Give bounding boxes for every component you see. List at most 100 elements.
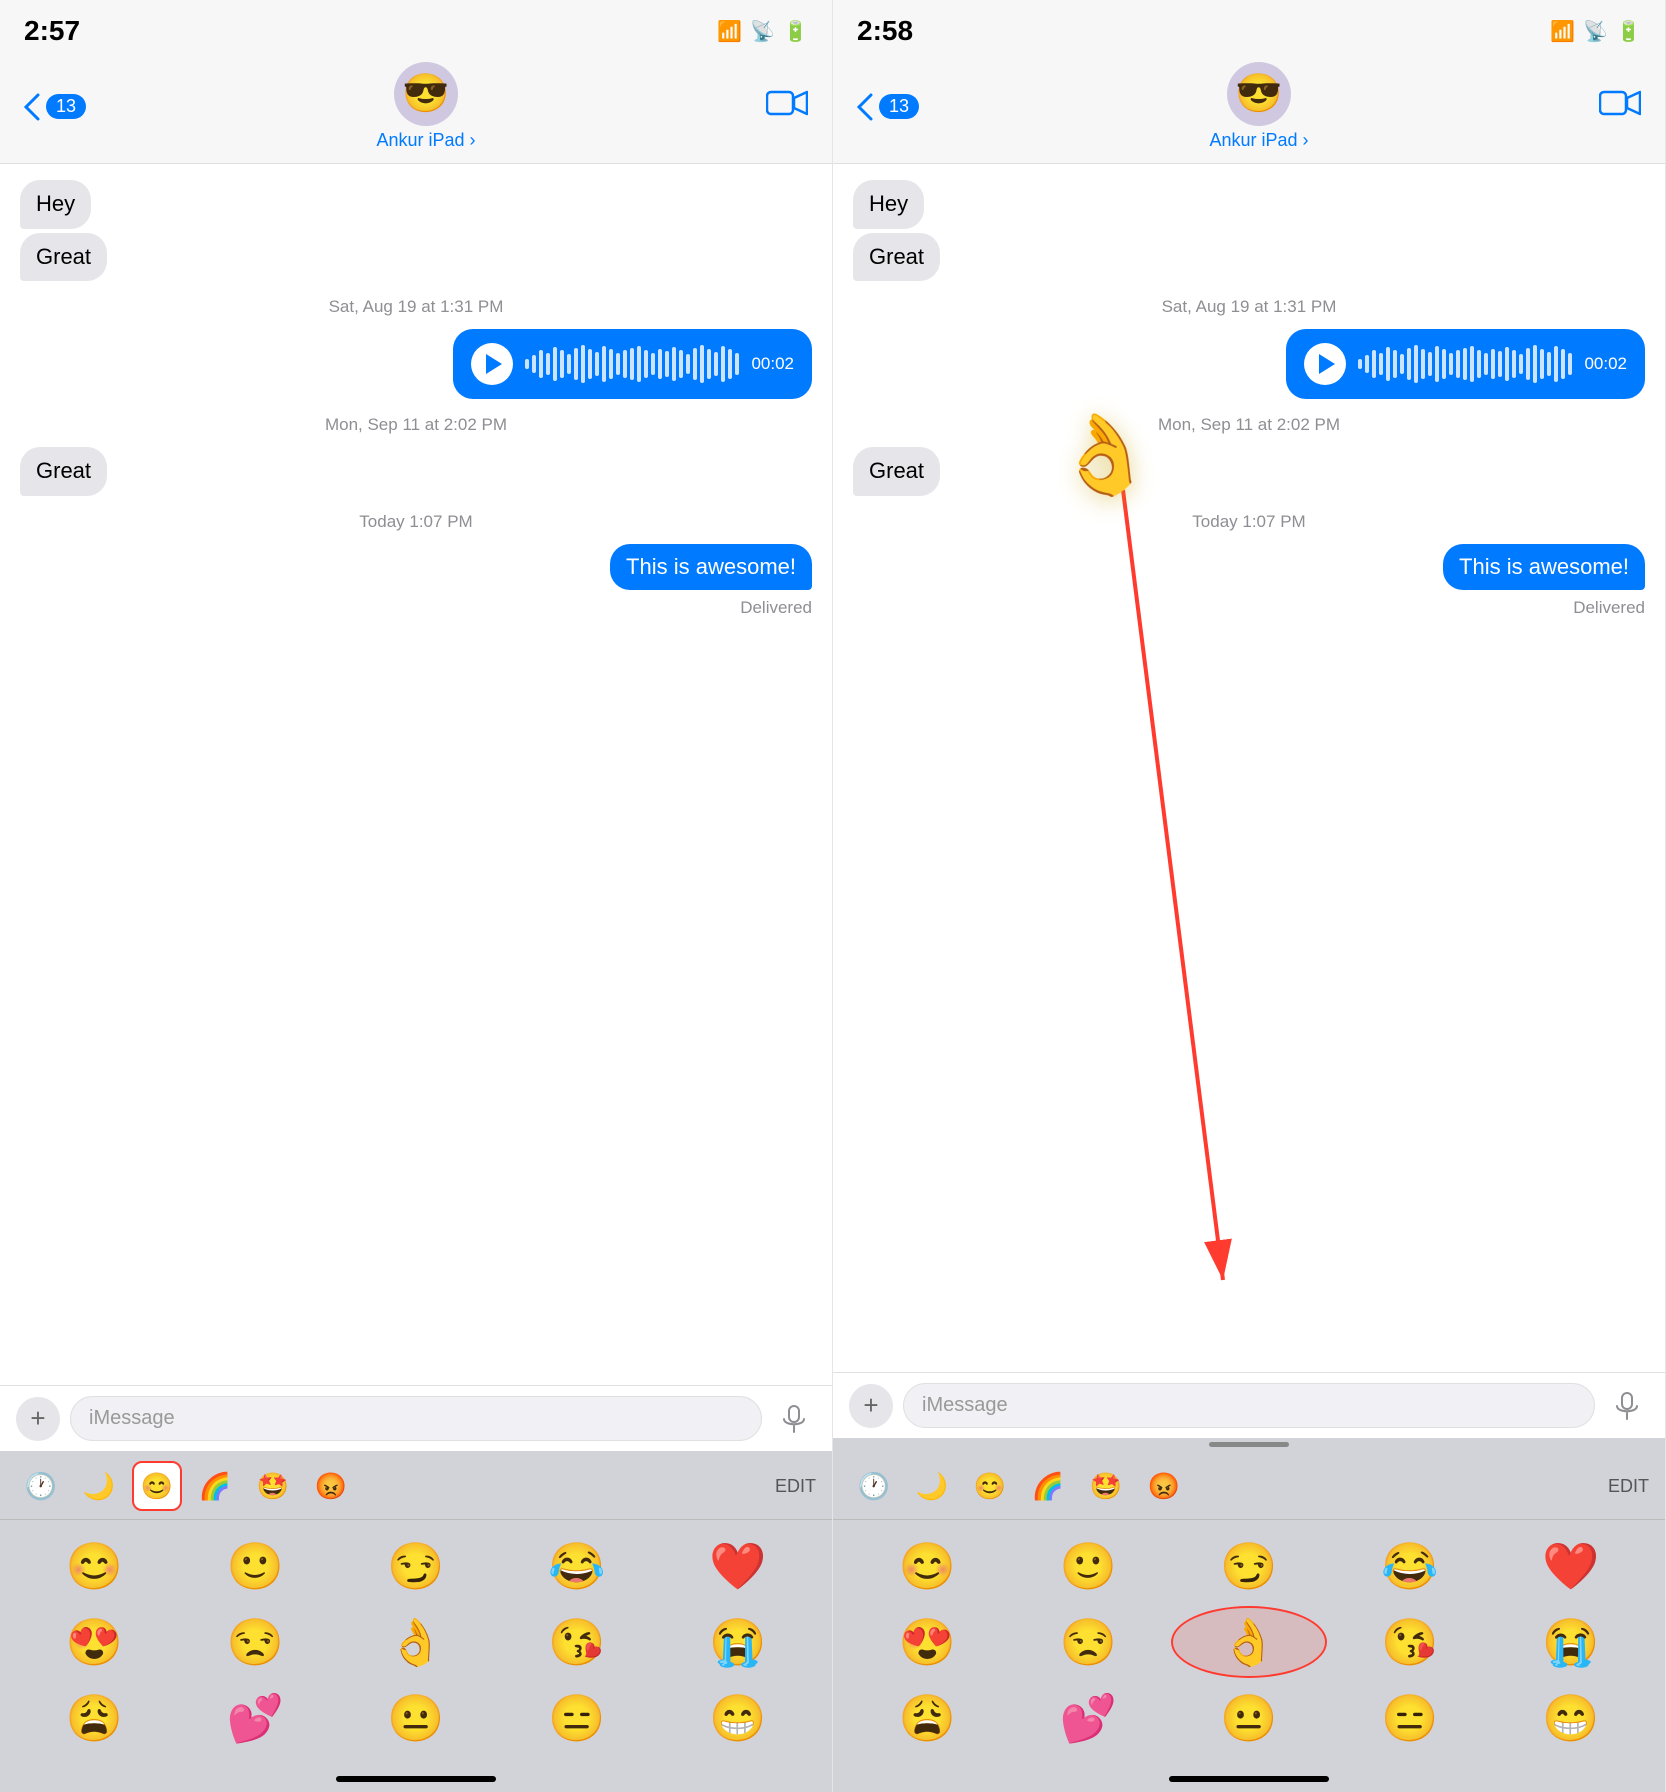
right-emoji-3[interactable]: 😏 bbox=[1171, 1530, 1328, 1602]
right-msg-sent[interactable]: This is awesome! bbox=[1443, 544, 1645, 590]
left-emoji-tab-rainbow[interactable]: 🌈 bbox=[190, 1461, 240, 1511]
right-video-button[interactable] bbox=[1599, 88, 1641, 125]
right-emoji-8-highlighted[interactable]: 👌 bbox=[1171, 1606, 1328, 1678]
right-delivered: Delivered bbox=[853, 598, 1645, 618]
left-back-badge[interactable]: 13 bbox=[46, 94, 86, 119]
right-emoji-4[interactable]: 😂 bbox=[1331, 1530, 1488, 1602]
right-add-button[interactable]: + bbox=[849, 1384, 893, 1428]
right-emoji-9[interactable]: 😘 bbox=[1331, 1606, 1488, 1678]
left-add-button[interactable]: + bbox=[16, 1397, 60, 1441]
left-emoji-3[interactable]: 😏 bbox=[338, 1530, 495, 1602]
right-emoji-tab-rainbow[interactable]: 🌈 bbox=[1023, 1461, 1073, 1511]
left-waveform bbox=[525, 345, 739, 383]
left-contact-avatar[interactable]: 😎 bbox=[394, 62, 458, 126]
left-emoji-13[interactable]: 😐 bbox=[338, 1682, 495, 1754]
right-emoji-5[interactable]: ❤️ bbox=[1492, 1530, 1649, 1602]
right-emoji-14[interactable]: 😑 bbox=[1331, 1682, 1488, 1754]
right-emoji-grid: 😊 🙂 😏 😂 ❤️ 😍 😒 👌 😘 😭 😩 💕 😐 😑 😁 bbox=[833, 1520, 1665, 1768]
left-emoji-14[interactable]: 😑 bbox=[498, 1682, 655, 1754]
right-timestamp-1: Sat, Aug 19 at 1:31 PM bbox=[853, 297, 1645, 317]
left-emoji-11[interactable]: 😩 bbox=[16, 1682, 173, 1754]
right-contact-avatar[interactable]: 😎 bbox=[1227, 62, 1291, 126]
left-home-indicator bbox=[336, 1776, 496, 1782]
left-audio-record-button[interactable] bbox=[772, 1397, 816, 1441]
right-messages-area: Hey Great Sat, Aug 19 at 1:31 PM 00:02 M… bbox=[833, 164, 1665, 1372]
right-back-badge[interactable]: 13 bbox=[879, 94, 919, 119]
right-emoji-6[interactable]: 😍 bbox=[849, 1606, 1006, 1678]
right-emoji-tab-recent[interactable]: 🕐 bbox=[849, 1461, 899, 1511]
right-emoji-tab-nature[interactable]: 🌙 bbox=[907, 1461, 957, 1511]
right-emoji-tab-angry[interactable]: 😡 bbox=[1139, 1461, 1189, 1511]
left-msg-great-1[interactable]: Great bbox=[20, 233, 107, 282]
right-nav-center: 😎 Ankur iPad › bbox=[1209, 62, 1308, 151]
right-audio-bubble[interactable]: 00:02 bbox=[1286, 329, 1645, 399]
wifi-icon: 📡 bbox=[750, 19, 775, 44]
right-avatar-emoji: 😎 bbox=[1235, 72, 1282, 116]
right-panel: 2:58 📶 📡 🔋 13 😎 Ankur iPad › bbox=[833, 0, 1666, 1792]
left-msg-hey[interactable]: Hey bbox=[20, 180, 91, 229]
right-contact-name-text: Ankur iPad bbox=[1209, 130, 1297, 150]
right-emoji-tabs: 🕐 🌙 😊 🌈 🤩 😡 EDIT bbox=[833, 1451, 1665, 1520]
left-play-triangle bbox=[486, 354, 502, 374]
right-emoji-2[interactable]: 🙂 bbox=[1010, 1530, 1167, 1602]
signal-icon: 📶 bbox=[717, 19, 742, 44]
left-emoji-5[interactable]: ❤️ bbox=[659, 1530, 816, 1602]
right-msg-hey[interactable]: Hey bbox=[853, 180, 924, 229]
left-emoji-4[interactable]: 😂 bbox=[498, 1530, 655, 1602]
left-contact-name[interactable]: Ankur iPad › bbox=[376, 130, 475, 151]
left-emoji-tab-nature[interactable]: 🌙 bbox=[74, 1461, 124, 1511]
left-emoji-edit[interactable]: EDIT bbox=[775, 1476, 816, 1497]
left-emoji-9[interactable]: 😘 bbox=[498, 1606, 655, 1678]
left-emoji-tab-recent[interactable]: 🕐 bbox=[16, 1461, 66, 1511]
left-play-button[interactable] bbox=[471, 343, 513, 385]
left-chevron-icon bbox=[24, 93, 42, 121]
right-emoji-7[interactable]: 😒 bbox=[1010, 1606, 1167, 1678]
right-emoji-11[interactable]: 😩 bbox=[849, 1682, 1006, 1754]
left-back-button[interactable]: 13 bbox=[24, 93, 86, 121]
right-home-indicator bbox=[1169, 1776, 1329, 1782]
right-emoji-tab-smileys[interactable]: 😊 bbox=[965, 1461, 1015, 1511]
left-message-input[interactable]: iMessage bbox=[70, 1396, 762, 1441]
left-video-icon bbox=[766, 88, 808, 118]
right-msg-great-2[interactable]: Great bbox=[853, 447, 940, 496]
left-emoji-8[interactable]: 👌 bbox=[338, 1606, 495, 1678]
left-avatar-emoji: 😎 bbox=[402, 72, 449, 116]
right-emoji-1[interactable]: 😊 bbox=[849, 1530, 1006, 1602]
right-audio-duration: 00:02 bbox=[1584, 354, 1627, 374]
right-emoji-tab-star[interactable]: 🤩 bbox=[1081, 1461, 1131, 1511]
right-video-icon bbox=[1599, 88, 1641, 118]
left-emoji-tab-angry[interactable]: 😡 bbox=[306, 1461, 356, 1511]
right-emoji-10[interactable]: 😭 bbox=[1492, 1606, 1649, 1678]
right-input-area: + iMessage bbox=[833, 1372, 1665, 1438]
left-delivered: Delivered bbox=[20, 598, 812, 618]
right-audio-record-button[interactable] bbox=[1605, 1384, 1649, 1428]
left-msg-great-2[interactable]: Great bbox=[20, 447, 107, 496]
right-emoji-15[interactable]: 😁 bbox=[1492, 1682, 1649, 1754]
left-status-icons: 📶 📡 🔋 bbox=[717, 19, 808, 44]
left-msg-sent[interactable]: This is awesome! bbox=[610, 544, 812, 590]
left-emoji-2[interactable]: 🙂 bbox=[177, 1530, 334, 1602]
left-messages-area: Hey Great Sat, Aug 19 at 1:31 PM 00:02 M… bbox=[0, 164, 832, 1385]
right-play-button[interactable] bbox=[1304, 343, 1346, 385]
left-emoji-tab-star[interactable]: 🤩 bbox=[248, 1461, 298, 1511]
right-contact-name[interactable]: Ankur iPad › bbox=[1209, 130, 1308, 151]
left-contact-name-text: Ankur iPad bbox=[376, 130, 464, 150]
left-emoji-keyboard: 🕐 🌙 😊 🌈 🤩 😡 EDIT 😊 🙂 😏 😂 ❤️ 😍 😒 👌 😘 😭 😩 … bbox=[0, 1451, 832, 1792]
left-emoji-7[interactable]: 😒 bbox=[177, 1606, 334, 1678]
left-timestamp-3: Today 1:07 PM bbox=[20, 512, 812, 532]
left-emoji-15[interactable]: 😁 bbox=[659, 1682, 816, 1754]
left-emoji-12[interactable]: 💕 bbox=[177, 1682, 334, 1754]
right-emoji-12[interactable]: 💕 bbox=[1010, 1682, 1167, 1754]
left-emoji-tab-smileys[interactable]: 😊 bbox=[132, 1461, 182, 1511]
right-message-input[interactable]: iMessage bbox=[903, 1383, 1595, 1428]
right-emoji-13[interactable]: 😐 bbox=[1171, 1682, 1328, 1754]
left-video-button[interactable] bbox=[766, 88, 808, 125]
left-emoji-1[interactable]: 😊 bbox=[16, 1530, 173, 1602]
left-emoji-tabs: 🕐 🌙 😊 🌈 🤩 😡 EDIT bbox=[0, 1451, 832, 1520]
left-audio-bubble[interactable]: 00:02 bbox=[453, 329, 812, 399]
left-emoji-6[interactable]: 😍 bbox=[16, 1606, 173, 1678]
right-back-button[interactable]: 13 bbox=[857, 93, 919, 121]
right-emoji-edit[interactable]: EDIT bbox=[1608, 1476, 1649, 1497]
right-msg-great-1[interactable]: Great bbox=[853, 233, 940, 282]
left-emoji-10[interactable]: 😭 bbox=[659, 1606, 816, 1678]
